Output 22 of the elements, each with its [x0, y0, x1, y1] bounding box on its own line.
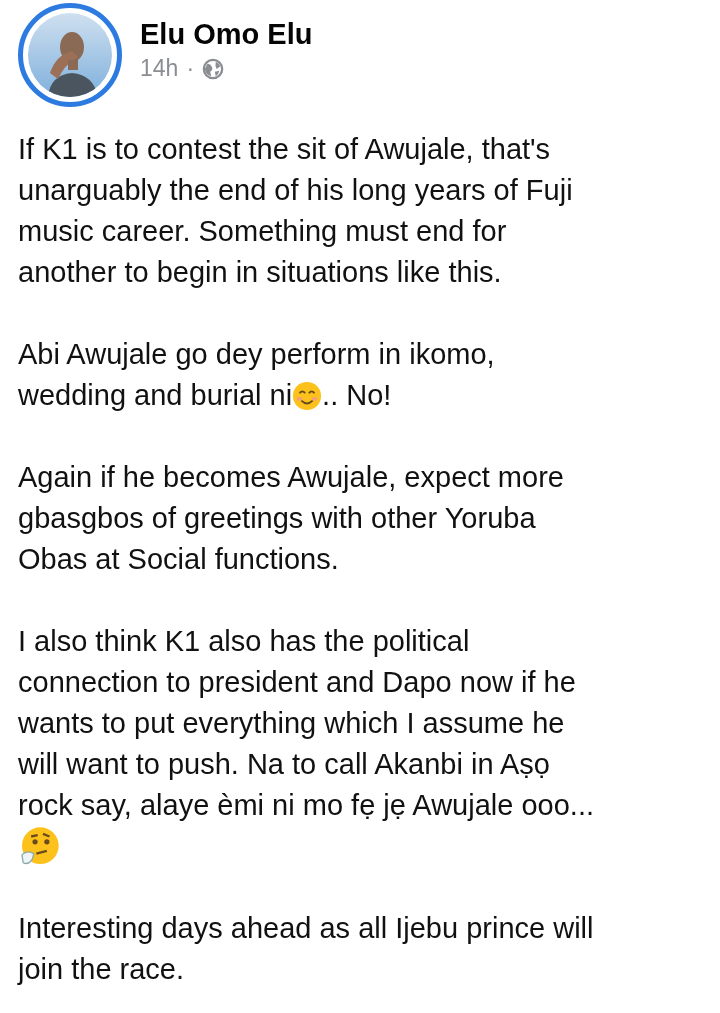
post-text: music career. Something must end for	[18, 214, 507, 249]
post-text: wedding and burial ni	[18, 378, 293, 413]
post-text: .. No!	[322, 378, 392, 413]
post-text: If K1 is to contest the sit of Awujale, that's	[18, 132, 551, 167]
post-text: rock say, alaye èmi ni mo fẹ jẹ Awujale ooo...	[18, 788, 594, 823]
post-text: Abi Awujale go dey perform in ikomo,	[18, 337, 495, 372]
avatar-ring[interactable]	[18, 3, 122, 107]
separator-dot: ·	[186, 55, 195, 82]
smiling-face-icon	[292, 380, 323, 411]
post-text: Interesting days ahead as all Ijebu prince will	[18, 911, 594, 946]
post-text: unarguably the end of his long years of Fuji	[18, 173, 573, 208]
post-text: another to begin in situations like this.	[18, 255, 502, 290]
globe-icon	[202, 57, 225, 80]
post-text: will want to push. Na to call Akanbi in Aṣọ	[18, 747, 550, 782]
post-text: join the race.	[18, 952, 185, 987]
post-text: I also think K1 also has the political	[18, 624, 470, 659]
post-text: Obas at Social functions.	[18, 542, 339, 577]
post-text: connection to president and Dapo now if he	[18, 665, 576, 700]
author-name[interactable]: Elu Omo Elu	[140, 18, 313, 51]
post-text: gbasgbos of greetings with other Yoruba	[18, 501, 536, 536]
post-text: Again if he becomes Awujale, expect more	[18, 460, 564, 495]
post-text: wants to put everything which I assume he	[18, 706, 565, 741]
